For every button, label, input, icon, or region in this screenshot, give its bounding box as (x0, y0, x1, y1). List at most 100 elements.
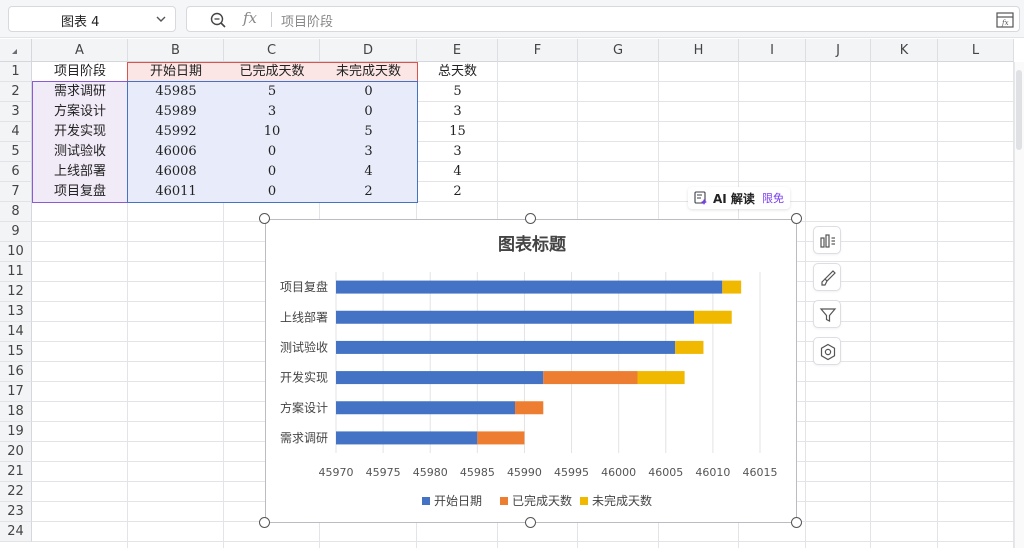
row-header-12[interactable]: 12 (0, 282, 32, 302)
column-header-j[interactable]: J (806, 39, 871, 62)
row-header-20[interactable]: 20 (0, 442, 32, 462)
column-header-l[interactable]: L (938, 39, 1014, 62)
zoom-icon[interactable] (209, 11, 227, 29)
table-cell[interactable]: 3 (417, 102, 498, 122)
column-header-b[interactable]: B (128, 39, 224, 62)
row-header-11[interactable]: 11 (0, 262, 32, 282)
row-header-3[interactable]: 3 (0, 102, 32, 122)
header-cell[interactable]: 项目阶段 (32, 62, 128, 82)
chart-bars (336, 280, 742, 445)
chart-style-button[interactable] (813, 263, 841, 291)
formula-bar[interactable]: fx 项目阶段 fx (186, 6, 1020, 32)
ai-free-tag: 限免 (762, 192, 784, 205)
bar-start[interactable] (336, 310, 695, 324)
column-header-d[interactable]: D (320, 39, 417, 62)
resize-handle-bl[interactable] (259, 517, 270, 528)
bar-todo[interactable] (694, 310, 732, 324)
row-header-9[interactable]: 9 (0, 222, 32, 242)
name-box[interactable]: 图表 4 (8, 6, 176, 32)
select-all-corner[interactable] (0, 39, 32, 62)
row-header-24[interactable]: 24 (0, 522, 32, 542)
resize-handle-br[interactable] (791, 517, 802, 528)
bar-start[interactable] (336, 371, 544, 385)
table-cell[interactable]: 15 (417, 122, 498, 142)
row-header-6[interactable]: 6 (0, 162, 32, 182)
column-header-g[interactable]: G (578, 39, 659, 62)
column-header-i[interactable]: I (739, 39, 806, 62)
row-header-14[interactable]: 14 (0, 322, 32, 342)
bar-todo[interactable] (637, 371, 685, 385)
column-header-f[interactable]: F (498, 39, 578, 62)
chart-elements-button[interactable] (813, 226, 841, 254)
header-cell[interactable]: 总天数 (417, 62, 498, 82)
row-header-4[interactable]: 4 (0, 122, 32, 142)
bar-done[interactable] (477, 431, 525, 445)
x-tick-label: 46010 (695, 466, 730, 479)
row-header-19[interactable]: 19 (0, 422, 32, 442)
fx-label[interactable]: fx (243, 9, 257, 27)
svg-text:fx: fx (1001, 19, 1009, 27)
chart-filter-button[interactable] (813, 300, 841, 328)
stacked-bar-chart[interactable]: 图表标题 需求调研 方案设计 开发实现 测试验收 上线部署 项目复盘 45970 45975… (266, 220, 798, 524)
bar-start[interactable] (336, 340, 676, 354)
legend-swatch (500, 497, 508, 505)
chart-settings-icon (820, 343, 836, 361)
resize-handle-tm[interactable] (525, 213, 536, 224)
table-cell[interactable]: 3 (417, 142, 498, 162)
scrollbar-thumb[interactable] (1016, 70, 1022, 150)
column-header-a[interactable]: A (32, 39, 128, 62)
chart-title[interactable]: 图表标题 (498, 234, 567, 255)
x-tick-label: 45975 (366, 466, 401, 479)
resize-handle-tl[interactable] (259, 213, 270, 224)
bar-start[interactable] (336, 280, 723, 294)
bar-todo[interactable] (722, 280, 742, 294)
row-header-5[interactable]: 5 (0, 142, 32, 162)
chart-settings-button[interactable] (813, 337, 841, 365)
table-cell[interactable]: 2 (417, 182, 498, 202)
column-header-c[interactable]: C (224, 39, 320, 62)
legend-label[interactable]: 开始日期 (434, 494, 482, 508)
category-range-border (32, 81, 128, 203)
legend-label[interactable]: 已完成天数 (512, 493, 572, 508)
data-range-border (127, 81, 418, 203)
row-header-16[interactable]: 16 (0, 362, 32, 382)
column-header-k[interactable]: K (871, 39, 938, 62)
row-header-13[interactable]: 13 (0, 302, 32, 322)
x-tick-label: 45990 (507, 466, 542, 479)
row-header-15[interactable]: 15 (0, 342, 32, 362)
chart-elements-icon (820, 234, 835, 248)
row-header-22[interactable]: 22 (0, 482, 32, 502)
column-header-e[interactable]: E (417, 39, 498, 62)
row-header-8[interactable]: 8 (0, 202, 32, 222)
legend-label[interactable]: 未完成天数 (592, 493, 652, 508)
bar-done[interactable] (515, 401, 544, 415)
category-label: 测试验收 (280, 339, 328, 354)
bar-start[interactable] (336, 431, 478, 445)
formula-value[interactable]: 项目阶段 (281, 11, 333, 30)
bar-todo[interactable] (675, 340, 704, 354)
row-header-1[interactable]: 1 (0, 62, 32, 82)
formula-separator (271, 12, 272, 27)
row-header-18[interactable]: 18 (0, 402, 32, 422)
chart-category-labels: 需求调研 方案设计 开发实现 测试验收 上线部署 项目复盘 (280, 279, 328, 445)
row-header-21[interactable]: 21 (0, 462, 32, 482)
chart-gridlines (335, 272, 761, 453)
ai-interpret-button[interactable]: AI 解读 限免 (688, 187, 790, 209)
chart-frame[interactable]: 图表标题 需求调研 方案设计 开发实现 测试验收 上线部署 项目复盘 45970 45975… (265, 219, 797, 523)
bar-start[interactable] (336, 401, 516, 415)
table-cell[interactable]: 5 (417, 82, 498, 102)
column-header-h[interactable]: H (659, 39, 739, 62)
bar-done[interactable] (543, 371, 638, 385)
ai-interpret-label: AI 解读 (713, 192, 755, 206)
chevron-down-icon[interactable] (153, 11, 169, 27)
formula-expand-icon[interactable]: fx (995, 10, 1015, 30)
row-header-17[interactable]: 17 (0, 382, 32, 402)
table-cell[interactable]: 4 (417, 162, 498, 182)
x-tick-label: 46005 (648, 466, 683, 479)
row-header-7[interactable]: 7 (0, 182, 32, 202)
row-header-2[interactable]: 2 (0, 82, 32, 102)
resize-handle-tr[interactable] (791, 213, 802, 224)
row-header-10[interactable]: 10 (0, 242, 32, 262)
resize-handle-bm[interactable] (525, 517, 536, 528)
row-header-23[interactable]: 23 (0, 502, 32, 522)
